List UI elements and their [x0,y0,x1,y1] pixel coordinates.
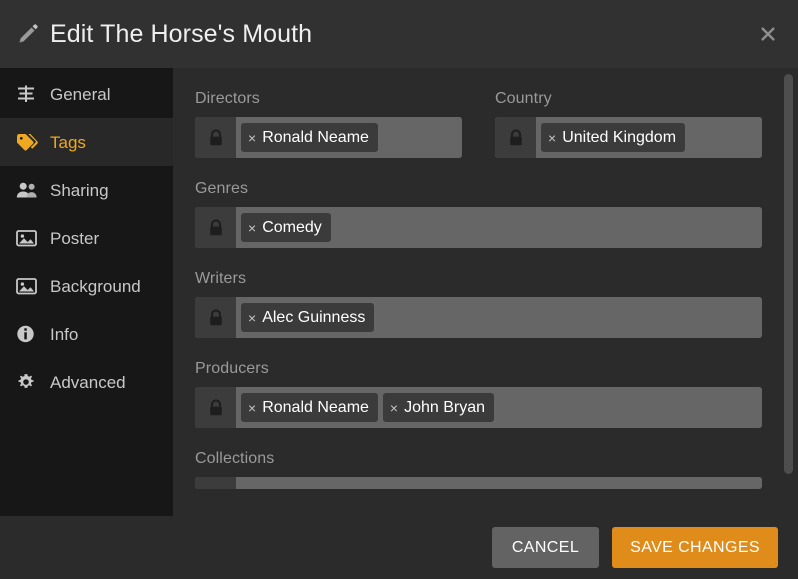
chip-label: Alec Guinness [262,308,366,326]
image-icon [16,276,40,296]
country-input[interactable]: × United Kingdom [495,117,762,158]
field-producers: Producers × Ronald Neame × John Bryan [195,360,762,428]
sidebar-item-label: General [50,84,111,104]
save-changes-button[interactable]: SAVE CHANGES [612,527,778,568]
edit-metadata-dialog: Edit The Horse's Mouth General Tags Shar… [0,0,798,579]
field-label: Genres [195,180,249,197]
producers-input[interactable]: × Ronald Neame × John Bryan [195,387,762,428]
cancel-button[interactable]: CANCEL [491,527,600,568]
chip-remove-icon[interactable]: × [248,131,256,145]
page-title: Edit The Horse's Mouth [50,19,313,48]
collections-input[interactable] [195,477,762,489]
lock-icon[interactable] [195,297,236,338]
chip-list: × Alec Guinness [236,297,762,338]
tag-icon [16,132,40,152]
chip-remove-icon[interactable]: × [248,401,256,415]
sidebar-item-label: Info [50,324,79,344]
field-label: Collections [195,450,275,467]
list-icon [16,84,40,104]
lock-icon[interactable] [195,117,236,158]
dialog-footer: CANCEL SAVE CHANGES [0,516,798,579]
field-label: Writers [195,270,247,287]
sidebar-item-tags[interactable]: Tags [0,118,173,166]
field-writers: Writers × Alec Guinness [195,270,762,338]
tag-chip[interactable]: × John Bryan [382,393,495,422]
chip-remove-icon[interactable]: × [548,131,556,145]
chip-label: Ronald Neame [262,398,369,416]
chip-remove-icon[interactable]: × [248,221,256,235]
scrollbar-thumb[interactable] [784,74,793,474]
chip-label: John Bryan [404,398,486,416]
lock-icon[interactable] [195,207,236,248]
field-label: Country [495,90,552,107]
chip-list [236,477,762,489]
sidebar-item-sharing[interactable]: Sharing [0,166,173,214]
sidebar-item-label: Poster [50,228,100,248]
chip-list: × Ronald Neame × John Bryan [236,387,762,428]
close-icon[interactable] [750,16,786,52]
genres-input[interactable]: × Comedy [195,207,762,248]
sidebar-item-poster[interactable]: Poster [0,214,173,262]
form-row-top: Directors × Ronald Neame Country × Unite… [195,90,762,180]
dialog-body: General Tags Sharing Poster Background I… [0,68,798,516]
tags-form: Directors × Ronald Neame Country × Unite… [173,68,798,516]
chip-label: Ronald Neame [262,128,369,146]
chip-list: × United Kingdom [536,117,762,158]
sidebar-item-label: Tags [50,132,86,152]
sidebar-item-advanced[interactable]: Advanced [0,358,173,406]
directors-input[interactable]: × Ronald Neame [195,117,462,158]
sidebar-item-info[interactable]: Info [0,310,173,358]
sidebar-nav: General Tags Sharing Poster Background I… [0,68,173,516]
writers-input[interactable]: × Alec Guinness [195,297,762,338]
chip-label: Comedy [262,218,322,236]
sidebar-item-label: Sharing [50,180,109,200]
lock-icon[interactable] [495,117,536,158]
chip-list: × Comedy [236,207,762,248]
info-circle-icon [16,324,40,344]
field-label: Producers [195,360,269,377]
tag-chip[interactable]: × Comedy [241,213,331,242]
chip-list: × Ronald Neame [236,117,462,158]
sidebar-item-label: Advanced [50,372,126,392]
field-collections: Collections [195,450,762,489]
field-directors: Directors × Ronald Neame [195,90,462,158]
content-scrollbar[interactable] [784,68,794,516]
tag-chip[interactable]: × Ronald Neame [241,393,378,422]
tag-chip[interactable]: × United Kingdom [541,123,686,152]
image-icon [16,228,40,248]
tag-chip[interactable]: × Alec Guinness [241,303,375,332]
field-country: Country × United Kingdom [495,90,762,158]
chip-label: United Kingdom [562,128,677,146]
chip-remove-icon[interactable]: × [248,311,256,325]
lock-icon[interactable] [195,387,236,428]
field-label: Directors [195,90,260,107]
sidebar-item-label: Background [50,276,141,296]
field-genres: Genres × Comedy [195,180,762,248]
people-icon [16,180,40,200]
gear-icon [16,372,40,392]
sidebar-item-general[interactable]: General [0,70,173,118]
tag-chip[interactable]: × Ronald Neame [241,123,378,152]
chip-remove-icon[interactable]: × [390,401,398,415]
sidebar-item-background[interactable]: Background [0,262,173,310]
pencil-icon [14,20,42,48]
dialog-header: Edit The Horse's Mouth [0,0,798,68]
lock-icon[interactable] [195,477,236,489]
